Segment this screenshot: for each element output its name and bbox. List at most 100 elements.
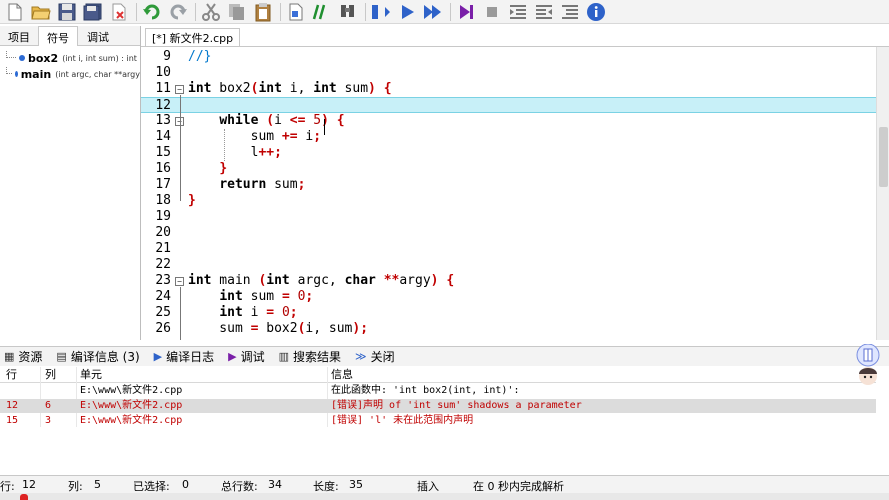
header-unit[interactable]: 单元 xyxy=(80,368,102,382)
code-text: int box2(int i, int sum) { xyxy=(188,81,392,96)
debug-tab-icon: ▶ xyxy=(228,350,237,363)
cell-info: [错误] 'l' 未在此范围内声明 xyxy=(331,415,474,426)
code-text: return sum; xyxy=(219,177,306,192)
status-total-label: 总行数: xyxy=(221,480,258,493)
tab-label: 编译信息 (3) xyxy=(70,350,140,364)
bottom-panel-tabs: ▦ 资源 ▤ 编译信息 (3) ▶ 编译日志 ▶ 调试 ▥ 搜索结果 ≫ 关闭 xyxy=(0,346,889,366)
code-text: } xyxy=(188,193,196,208)
code-line: 9 //} xyxy=(141,49,876,65)
scrollbar-thumb[interactable] xyxy=(879,127,888,187)
taskbar-strip xyxy=(0,493,889,500)
line-number: 14 xyxy=(155,129,171,144)
line-number: 13 xyxy=(155,113,171,128)
tab-label: 资源 xyxy=(18,350,43,364)
code-line: 24 int sum = 0; xyxy=(141,289,876,305)
tab-compile-info[interactable]: ▤ 编译信息 (3) xyxy=(52,348,139,365)
stop-icon[interactable] xyxy=(481,2,503,22)
line-number: 24 xyxy=(155,289,171,304)
tab-compile-log[interactable]: ▶ 编译日志 xyxy=(150,348,214,365)
tab-label: 搜索结果 xyxy=(293,350,342,364)
status-bar: 行: 12 列: 5 已选择: 0 总行数: 34 长度: 35 插入 在 0 … xyxy=(0,475,889,493)
toggle-icon[interactable] xyxy=(559,2,581,22)
toolbar-separator xyxy=(280,2,281,21)
redo-icon[interactable] xyxy=(167,2,189,22)
cell-row: 15 xyxy=(6,415,19,426)
tab-label: 关闭 xyxy=(370,350,395,364)
code-line: 16 } xyxy=(141,161,876,177)
compile-icon[interactable] xyxy=(370,2,392,22)
code-line: 11 − int box2(int i, int sum) { xyxy=(141,81,876,97)
code-text: int sum = 0; xyxy=(219,289,314,304)
code-text: } xyxy=(219,161,228,176)
symbol-signature: (int argc, char **argy xyxy=(55,69,140,79)
fold-collapse-icon[interactable]: − xyxy=(175,277,184,286)
tab-debug-output[interactable]: ▶ 调试 xyxy=(224,348,264,365)
compile-messages-table: 行 列 单元 信息 E:\www\新文件2.cpp 在此函数中: 'int bo… xyxy=(0,367,876,473)
tab-search-results[interactable]: ▥ 搜索结果 xyxy=(275,348,341,365)
find-icon[interactable] xyxy=(337,2,359,22)
info-icon[interactable] xyxy=(585,2,607,22)
debug-icon[interactable] xyxy=(455,2,477,22)
tab-debug[interactable]: 调试 xyxy=(78,26,118,46)
tab-resources[interactable]: ▦ 资源 xyxy=(0,348,42,365)
symbol-name: box2 xyxy=(28,51,59,65)
line-number: 10 xyxy=(155,65,171,80)
search-results-icon: ▥ xyxy=(278,350,290,363)
compile-run-icon[interactable] xyxy=(422,2,444,22)
line-number: 25 xyxy=(155,305,171,320)
line-number: 9 xyxy=(163,49,171,64)
table-row-selected[interactable]: 12 6 E:\www\新文件2.cpp [错误]声明 of 'int sum'… xyxy=(0,399,876,413)
header-col[interactable]: 列 xyxy=(45,368,56,382)
tab-close[interactable]: ≫ 关闭 xyxy=(351,348,395,365)
toolbar-separator xyxy=(136,2,137,21)
paste-icon[interactable] xyxy=(252,2,274,22)
comment-icon[interactable] xyxy=(311,2,333,22)
line-number: 16 xyxy=(155,161,171,176)
undo-icon[interactable] xyxy=(141,2,163,22)
open-folder-icon[interactable] xyxy=(30,2,52,22)
symbol-item-box2[interactable]: box2 (int i, int sum) : int xyxy=(6,50,140,66)
status-row-label: 行: xyxy=(0,480,15,493)
editor-file-tab[interactable]: [*] 新文件2.cpp xyxy=(145,28,241,46)
current-line-highlight: 12 xyxy=(141,97,876,113)
outdent-icon[interactable] xyxy=(507,2,529,22)
code-line: 18 } xyxy=(141,193,876,209)
code-line: 10 xyxy=(141,65,876,81)
code-editor[interactable]: 9 //} 10 11 − int box2(int i, int sum) {… xyxy=(141,47,876,340)
symbol-signature: (int i, int sum) : int xyxy=(62,53,137,63)
status-selected-value: 0 xyxy=(182,478,189,491)
run-icon[interactable] xyxy=(396,2,418,22)
code-text: int i = 0; xyxy=(219,305,298,320)
compile-info-icon: ▤ xyxy=(56,350,67,363)
symbol-item-main[interactable]: main (int argc, char **argy xyxy=(6,66,140,82)
table-row[interactable]: E:\www\新文件2.cpp 在此函数中: 'int box2(int, in… xyxy=(0,384,876,398)
tab-label: 编译日志 xyxy=(166,350,215,364)
save-icon[interactable] xyxy=(56,2,78,22)
new-file-icon[interactable] xyxy=(4,2,26,22)
status-insert-mode[interactable]: 插入 xyxy=(417,478,439,494)
status-length-value: 35 xyxy=(349,478,363,491)
code-line: 15 l++; xyxy=(141,145,876,161)
line-number: 22 xyxy=(155,257,171,272)
copy-icon[interactable] xyxy=(226,2,248,22)
resources-icon: ▦ xyxy=(4,350,15,363)
fold-collapse-icon[interactable]: − xyxy=(175,85,184,94)
cell-col: 6 xyxy=(45,400,52,411)
code-text: sum = box2(i, sum); xyxy=(188,321,369,336)
tab-symbols[interactable]: 符号 xyxy=(38,26,78,46)
tab-project[interactable]: 项目 xyxy=(0,26,38,46)
code-text: l++; xyxy=(188,145,282,160)
fold-guide-line xyxy=(180,95,181,201)
save-all-icon[interactable] xyxy=(82,2,104,22)
table-header: 行 列 单元 信息 xyxy=(0,367,876,383)
header-row[interactable]: 行 xyxy=(6,368,17,382)
toolbar-separator xyxy=(195,2,196,21)
indent-icon[interactable] xyxy=(285,2,307,22)
close-file-icon[interactable] xyxy=(108,2,130,22)
header-info[interactable]: 信息 xyxy=(331,368,353,382)
format-icon[interactable] xyxy=(533,2,555,22)
table-row[interactable]: 15 3 E:\www\新文件2.cpp [错误] 'l' 未在此范围内声明 xyxy=(0,414,876,428)
editor-vertical-scrollbar[interactable] xyxy=(876,47,889,340)
code-line: 25 int i = 0; xyxy=(141,305,876,321)
cut-icon[interactable] xyxy=(200,2,222,22)
